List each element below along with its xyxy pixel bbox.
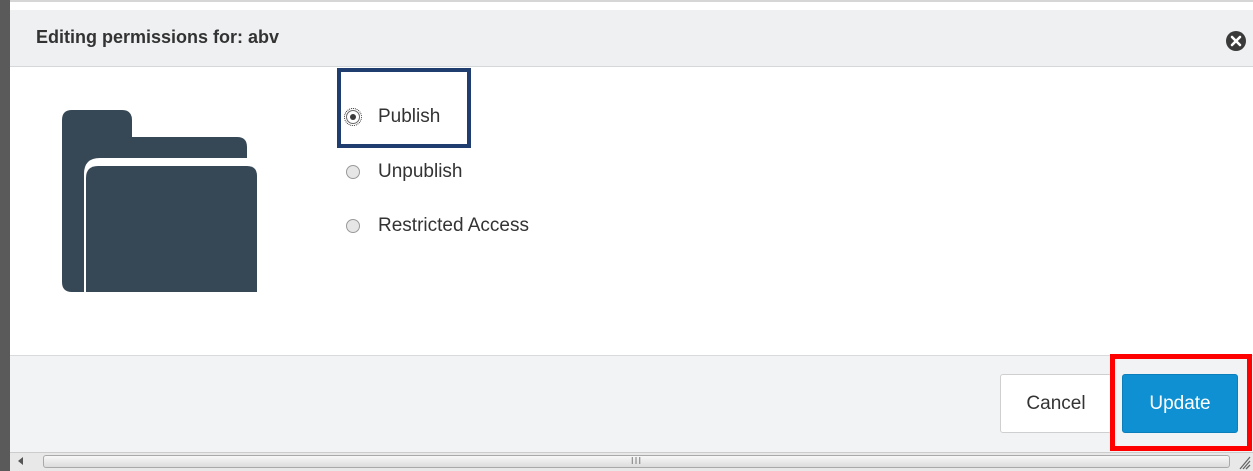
radio-option-restricted-access[interactable]: Restricted Access	[346, 213, 529, 239]
radio-publish[interactable]	[344, 108, 362, 126]
cancel-button[interactable]: Cancel	[1000, 374, 1112, 433]
scrollbar-thumb[interactable]: III	[43, 455, 1230, 468]
resize-grip-icon[interactable]	[1237, 454, 1251, 470]
horizontal-scrollbar[interactable]: III	[10, 452, 1253, 471]
window-left-edge	[0, 0, 10, 471]
dialog-header: Editing permissions for: abv	[10, 10, 1253, 67]
radio-restricted-access[interactable]	[346, 219, 360, 233]
update-button[interactable]: Update	[1122, 374, 1238, 433]
dialog-body: Publish Unpublish Restricted Access	[10, 67, 1253, 355]
radio-label-publish: Publish	[378, 106, 441, 127]
permissions-dialog: Editing permissions for: abv Publish Unp…	[10, 0, 1253, 455]
scrollbar-grip: III	[630, 456, 643, 467]
radio-option-unpublish[interactable]: Unpublish	[346, 159, 463, 185]
folder-icon	[62, 110, 257, 292]
page: Editing permissions for: abv Publish Unp…	[0, 0, 1253, 471]
close-circle-icon[interactable]	[1225, 30, 1247, 52]
dialog-footer: Cancel Update	[10, 354, 1253, 455]
radio-unpublish[interactable]	[346, 165, 360, 179]
radio-label-unpublish: Unpublish	[378, 161, 463, 182]
radio-label-restricted-access: Restricted Access	[378, 215, 529, 236]
dialog-title: Editing permissions for: abv	[36, 27, 280, 47]
radio-option-publish[interactable]: Publish	[344, 104, 441, 130]
scroll-left-arrow-icon[interactable]	[18, 457, 23, 465]
